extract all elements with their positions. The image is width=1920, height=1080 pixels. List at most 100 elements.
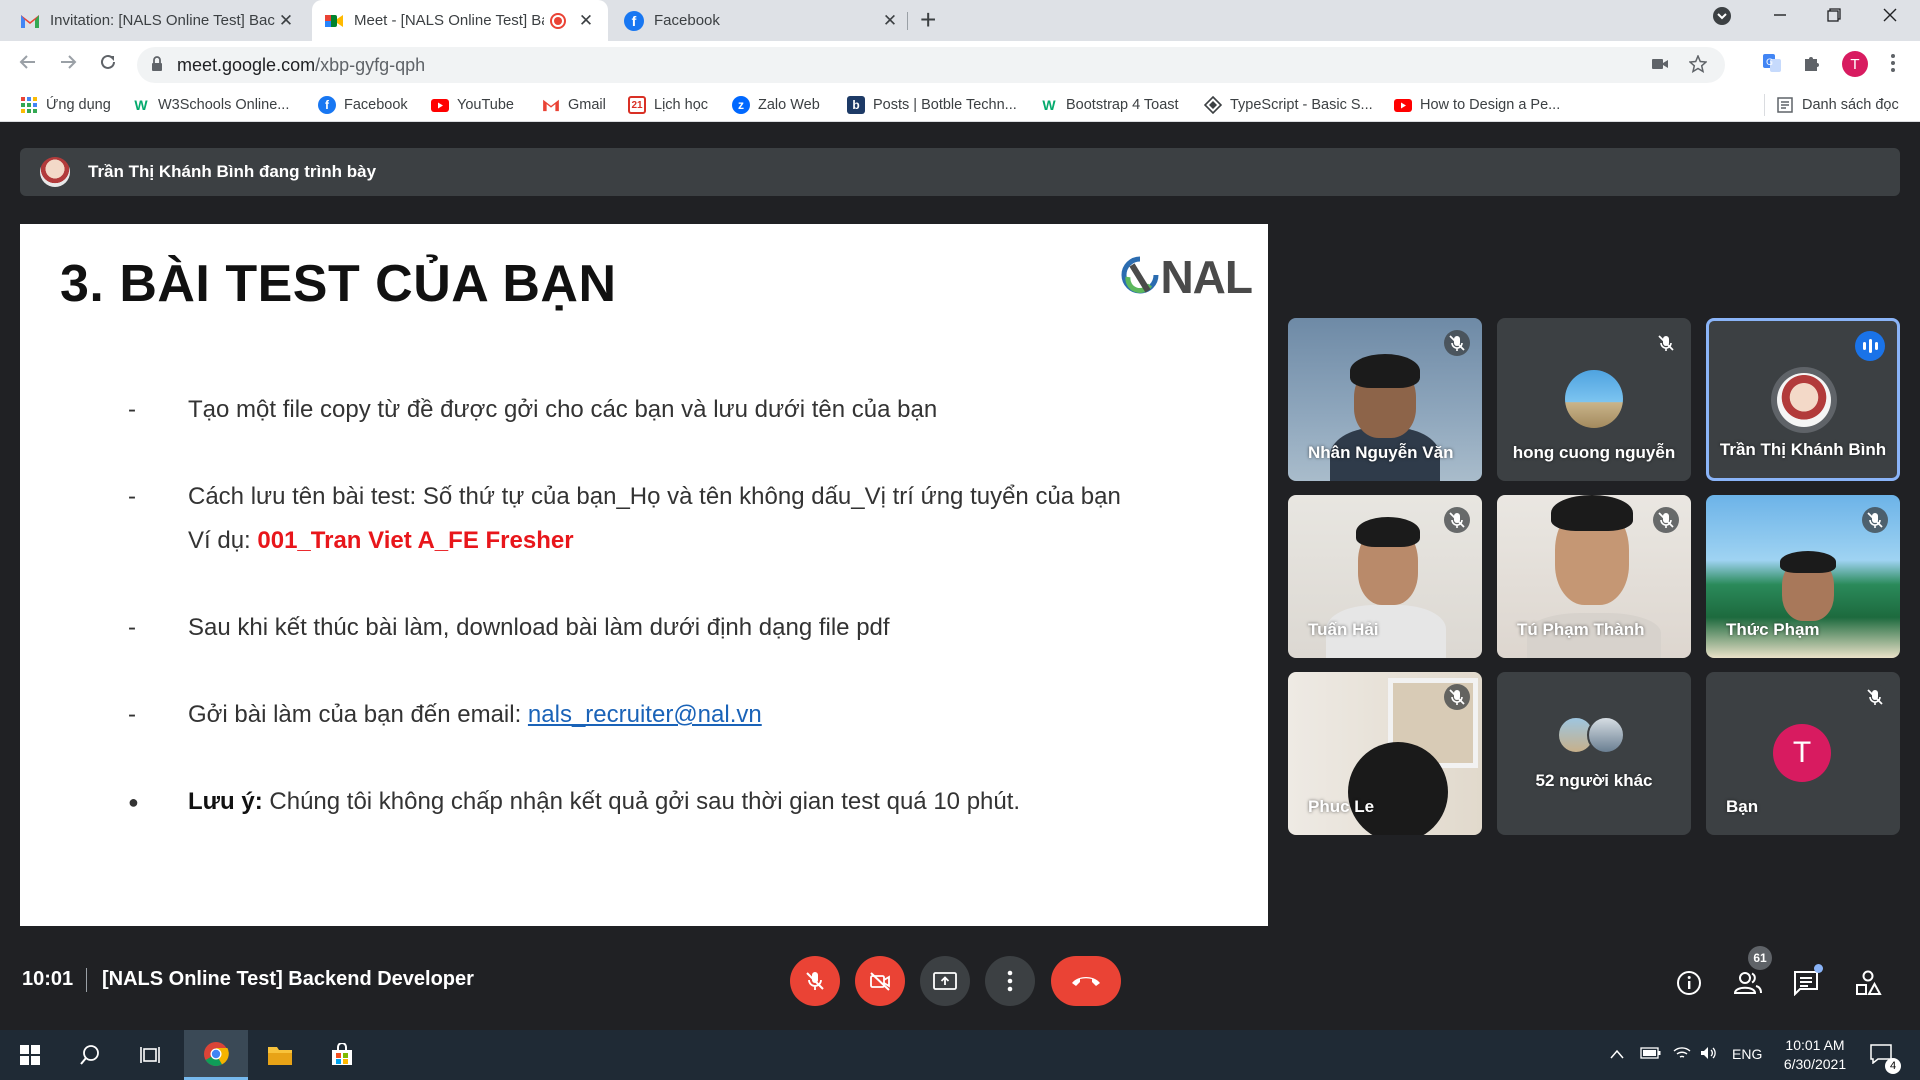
participant-video-hair (1551, 495, 1633, 531)
participant-name: Trần Thị Khánh Bình (1719, 440, 1887, 459)
reading-list-button[interactable]: Danh sách đọc (1776, 96, 1899, 114)
bookmark-label: Bootstrap 4 Toast (1066, 97, 1179, 113)
search-icon[interactable] (62, 1030, 118, 1080)
leave-call-button[interactable] (1051, 956, 1121, 1006)
presenter-text: Trần Thị Khánh Bình đang trình bày (88, 162, 377, 181)
camera-toggle-button[interactable] (855, 956, 905, 1006)
participant-avatar (1587, 716, 1625, 754)
bookmark-facebook[interactable]: f Facebook (318, 96, 408, 114)
browser-menu-icon[interactable] (1890, 53, 1896, 78)
example-prefix: Ví dụ: (188, 527, 258, 554)
note-label: Lưu ý: (188, 788, 263, 815)
google-translate-icon[interactable]: G (1762, 53, 1782, 78)
participant-tile[interactable]: Thức Phạm (1706, 495, 1900, 658)
more-options-button[interactable] (985, 956, 1035, 1006)
address-bar[interactable]: meet.google.com/xbp-gyfg-qph (137, 47, 1725, 83)
bookmark-zalo[interactable]: z Zalo Web (732, 96, 820, 114)
restore-window-icon[interactable] (1814, 6, 1854, 27)
bullet-example-line: Ví dụ: 001_Tran Viet A_FE Fresher (188, 519, 574, 563)
participant-avatar (1771, 367, 1837, 433)
slide-bullet: - Cách lưu tên bài test: Số thứ tự của b… (128, 475, 1228, 563)
microsoft-store-icon[interactable] (310, 1030, 374, 1080)
participant-tile[interactable]: Nhân Nguyễn Văn (1288, 318, 1482, 481)
participant-tile[interactable]: Tuấn Hải (1288, 495, 1482, 658)
calendar-icon: 21 (628, 96, 646, 114)
divider (86, 968, 87, 992)
participant-tile-self[interactable]: T Bạn (1706, 672, 1900, 835)
lock-icon[interactable] (151, 56, 163, 72)
bookmark-botble[interactable]: b Posts | Botble Techn... (847, 96, 1017, 114)
participant-tile[interactable]: Phuc Le (1288, 672, 1482, 835)
bookmark-apps[interactable]: Ứng dụng (20, 96, 111, 114)
wifi-icon[interactable] (1673, 1046, 1691, 1063)
participant-tile-active-speaker[interactable]: Trần Thị Khánh Bình (1706, 318, 1900, 481)
slide-bullet: - Tạo một file copy từ đề được gởi cho c… (128, 388, 1228, 432)
bookmark-bootstrap-toast[interactable]: W Bootstrap 4 Toast (1040, 96, 1179, 114)
email-link[interactable]: nals_recruiter@nal.vn (528, 701, 762, 728)
windows-start-icon[interactable] (2, 1030, 58, 1080)
back-icon[interactable] (14, 51, 42, 77)
bullet-dash: - (128, 701, 136, 728)
nal-logo-mark-icon (1121, 256, 1159, 294)
camera-in-use-icon[interactable] (1651, 56, 1669, 77)
facebook-icon: f (624, 10, 644, 31)
present-screen-button[interactable] (920, 956, 970, 1006)
url-path: /xbp-gyfg-qph (315, 55, 426, 75)
participant-video-head (1348, 742, 1448, 835)
meeting-clock: 10:01 (22, 968, 74, 990)
volume-icon[interactable] (1700, 1046, 1718, 1063)
bookmark-typescript[interactable]: TypeScript - Basic S... (1204, 96, 1373, 114)
extensions-puzzle-icon[interactable] (1802, 53, 1822, 78)
participant-name: Thức Phạm (1726, 620, 1820, 639)
participant-tile[interactable]: Tú Phạm Thành (1497, 495, 1691, 658)
chrome-taskbar-icon[interactable] (184, 1030, 248, 1080)
tab-search-icon[interactable] (1702, 6, 1742, 31)
file-explorer-icon[interactable] (248, 1030, 312, 1080)
avatar-photo (1777, 373, 1831, 427)
microphone-toggle-button[interactable] (790, 956, 840, 1006)
new-tab-button[interactable]: + (920, 4, 936, 36)
forward-icon[interactable] (54, 51, 82, 77)
system-clock[interactable]: 10:01 AM 6/30/2021 (1770, 1036, 1860, 1074)
bookmark-w3schools[interactable]: W W3Schools Online... (132, 96, 289, 114)
input-language[interactable]: ENG (1732, 1046, 1762, 1062)
profile-avatar[interactable]: T (1842, 51, 1868, 77)
bookmark-gmail[interactable]: Gmail (542, 96, 606, 114)
youtube-icon (1394, 96, 1412, 114)
apps-grid-icon (20, 96, 38, 114)
minimize-window-icon[interactable] (1760, 6, 1800, 27)
show-hidden-icons-icon[interactable] (1610, 1046, 1624, 1062)
bookmark-youtube[interactable]: YouTube (431, 96, 514, 114)
bookmark-label: Lịch học (654, 97, 709, 113)
bookmark-label: Posts | Botble Techn... (873, 97, 1017, 113)
youtube-icon (431, 96, 449, 114)
task-view-icon[interactable] (122, 1030, 178, 1080)
bookmark-star-icon[interactable] (1688, 54, 1708, 78)
close-window-icon[interactable] (1870, 6, 1910, 27)
close-tab-icon[interactable]: ✕ (880, 11, 900, 31)
system-date: 6/30/2021 (1783, 1056, 1847, 1072)
participant-tile[interactable]: hong cuong nguyễn (1497, 318, 1691, 481)
bookmark-how-to-design[interactable]: How to Design a Pe... (1394, 96, 1560, 114)
meeting-details-icon[interactable] (1674, 968, 1704, 998)
w3schools-icon: W (134, 97, 148, 113)
activities-icon[interactable] (1853, 968, 1883, 998)
windows-taskbar: ENG 10:01 AM 6/30/2021 4 (0, 1030, 1920, 1080)
reload-icon[interactable] (94, 51, 122, 77)
mic-off-icon (806, 972, 824, 990)
more-vertical-icon (1007, 970, 1013, 992)
bookmark-label: Facebook (344, 97, 408, 113)
tab-meet[interactable]: Meet - [NALS Online Test] Ba ✕ (312, 0, 608, 41)
close-tab-icon[interactable]: ✕ (276, 11, 296, 31)
battery-icon[interactable] (1640, 1046, 1662, 1063)
tab-facebook[interactable]: f Facebook ✕ (612, 0, 912, 41)
close-tab-icon[interactable]: ✕ (576, 11, 596, 31)
tab-gmail-invitation[interactable]: Invitation: [NALS Online Test] Bac ✕ (8, 0, 308, 41)
bookmark-lich-hoc[interactable]: 21 Lịch học (628, 96, 708, 114)
people-icon[interactable] (1733, 968, 1763, 998)
note-body: Chúng tôi không chấp nhận kết quả gởi sa… (262, 788, 1021, 815)
participant-video-hair (1356, 517, 1420, 547)
tab-separator (907, 12, 908, 30)
participant-tile-others[interactable]: 52 người khác (1497, 672, 1691, 835)
recording-icon (550, 12, 566, 29)
